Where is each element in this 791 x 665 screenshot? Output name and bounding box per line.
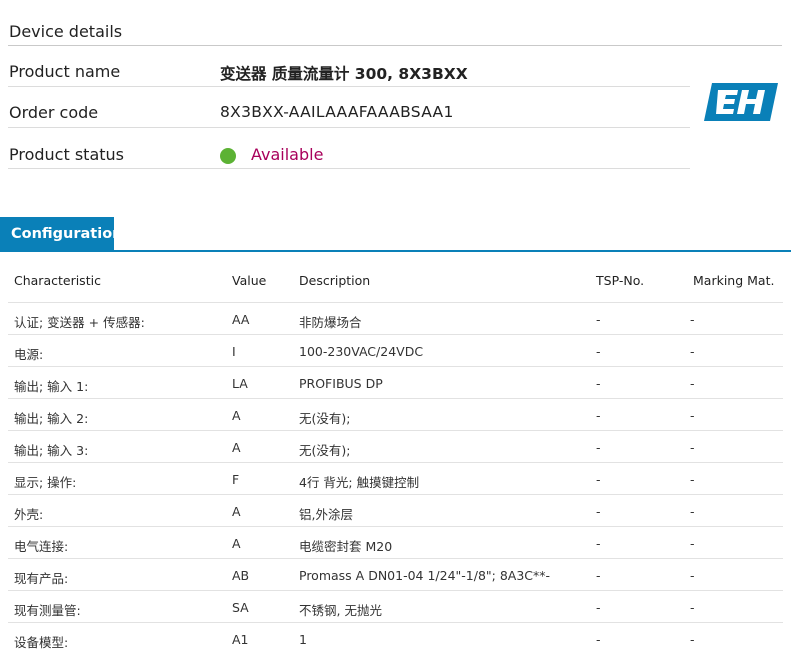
cell-marking: -	[690, 472, 695, 487]
table-row: 现有测量管: SA 不锈钢, 无抛光 - -	[8, 590, 783, 622]
cell-description: 不锈钢, 无抛光	[299, 603, 382, 618]
cell-tsp: -	[596, 440, 601, 455]
cell-tsp: -	[596, 632, 601, 647]
row-divider	[8, 127, 690, 128]
cell-tsp: -	[596, 568, 601, 583]
cell-tsp: -	[596, 312, 601, 327]
title-divider	[8, 45, 782, 46]
cell-description: 1	[299, 632, 307, 647]
cell-value: A	[232, 536, 241, 551]
table-row: 输出; 输入 2: A 无(没有); - -	[8, 398, 783, 430]
column-header-marking: Marking Mat.	[693, 273, 775, 288]
cell-characteristic: 电气连接:	[14, 539, 69, 554]
cell-value: AB	[232, 568, 250, 583]
cell-characteristic: 输出; 输入 3:	[14, 443, 89, 458]
cell-characteristic: 输出; 输入 1:	[14, 379, 89, 394]
cell-characteristic: 现有产品:	[14, 571, 69, 586]
product-status-label: Product status	[9, 145, 124, 164]
product-status-value: Available	[251, 145, 324, 164]
cell-tsp: -	[596, 600, 601, 615]
cell-marking: -	[690, 312, 695, 327]
cell-marking: -	[690, 440, 695, 455]
column-header-description: Description	[299, 273, 371, 288]
cell-marking: -	[690, 504, 695, 519]
cell-value: SA	[232, 600, 249, 615]
table-row: 显示; 操作: F 4行 背光; 触摸键控制 - -	[8, 462, 783, 494]
tab-underline	[0, 250, 791, 252]
cell-description: 100-230VAC/24VDC	[299, 344, 424, 359]
table-row: 认证; 变送器 + 传感器: AA 非防爆场合 - -	[8, 302, 783, 334]
cell-characteristic: 外壳:	[14, 507, 44, 522]
cell-value: LA	[232, 376, 248, 391]
cell-tsp: -	[596, 408, 601, 423]
column-header-tsp: TSP-No.	[596, 273, 645, 288]
cell-description: PROFIBUS DP	[299, 376, 383, 391]
column-header-characteristic: Characteristic	[14, 273, 101, 288]
cell-characteristic: 显示; 操作:	[14, 475, 77, 490]
table-row: 输出; 输入 1: LA PROFIBUS DP - -	[8, 366, 783, 398]
cell-value: A	[232, 408, 241, 423]
cell-description: 无(没有);	[299, 411, 351, 426]
product-name-label: Product name	[9, 62, 121, 81]
cell-characteristic: 设备模型:	[14, 635, 69, 650]
cell-marking: -	[690, 376, 695, 391]
cell-description: 电缆密封套 M20	[299, 539, 393, 554]
cell-description: 铝,外涂层	[299, 507, 353, 522]
cell-value: I	[232, 344, 236, 359]
cell-characteristic: 认证; 变送器 + 传感器:	[14, 315, 145, 330]
cell-marking: -	[690, 632, 695, 647]
cell-marking: -	[690, 344, 695, 359]
cell-description: 无(没有);	[299, 443, 351, 458]
cell-tsp: -	[596, 536, 601, 551]
table-row: 设备模型: A1 1 - -	[8, 622, 783, 665]
cell-tsp: -	[596, 376, 601, 391]
cell-value: A	[232, 504, 241, 519]
table-row: 现有产品: AB Promass A DN01-04 1/24"-1/8"; 8…	[8, 558, 783, 590]
column-header-value: Value	[232, 273, 267, 288]
status-indicator-icon	[220, 148, 236, 164]
table-row: 外壳: A 铝,外涂层 - -	[8, 494, 783, 526]
cell-description: 4行 背光; 触摸键控制	[299, 475, 420, 490]
product-name-value: 变送器 质量流量计 300, 8X3BXX	[220, 65, 468, 83]
cell-value: AA	[232, 312, 250, 327]
table-row: 电源: I 100-230VAC/24VDC - -	[8, 334, 783, 366]
cell-characteristic: 电源:	[14, 347, 44, 362]
cell-characteristic: 输出; 输入 2:	[14, 411, 89, 426]
table-row: 电气连接: A 电缆密封套 M20 - -	[8, 526, 783, 558]
cell-marking: -	[690, 600, 695, 615]
cell-tsp: -	[596, 472, 601, 487]
order-code-value: 8X3BXX-AAILAAAFAAABSAA1	[220, 103, 454, 121]
row-divider	[8, 86, 690, 87]
cell-description: 非防爆场合	[299, 315, 362, 330]
cell-value: F	[232, 472, 240, 487]
cell-marking: -	[690, 536, 695, 551]
endress-hauser-logo	[704, 83, 778, 121]
row-divider	[8, 168, 690, 169]
cell-characteristic: 现有测量管:	[14, 603, 81, 618]
device-details-title: Device details	[9, 22, 123, 41]
cell-tsp: -	[596, 504, 601, 519]
cell-value: A	[232, 440, 241, 455]
cell-description: Promass A DN01-04 1/24"-1/8"; 8A3C**-	[299, 568, 551, 583]
order-code-label: Order code	[9, 103, 99, 122]
cell-tsp: -	[596, 344, 601, 359]
cell-marking: -	[690, 568, 695, 583]
cell-value: A1	[232, 632, 249, 647]
cell-marking: -	[690, 408, 695, 423]
table-row: 输出; 输入 3: A 无(没有); - -	[8, 430, 783, 462]
tab-configuration[interactable]: Configuration	[0, 217, 123, 251]
